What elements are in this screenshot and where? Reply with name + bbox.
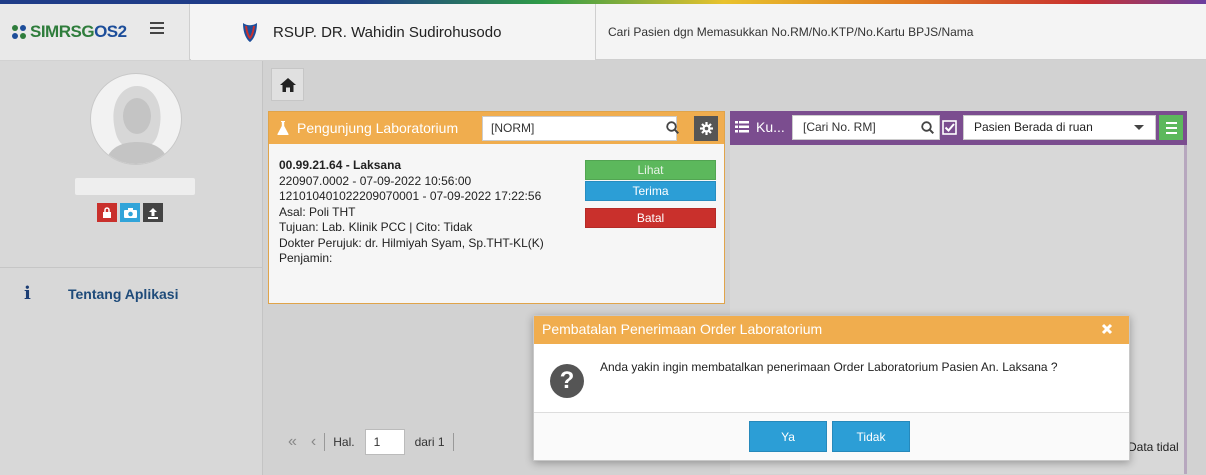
lab-visitors-panel: Pengunjung Laboratorium [NORM] 00.99.21.…: [268, 111, 725, 304]
search-icon[interactable]: [666, 121, 679, 134]
lock-button[interactable]: [97, 203, 117, 222]
confirm-yes-button[interactable]: Ya: [749, 421, 827, 452]
entry-destination: Tujuan: Lab. Klinik PCC | Cito: Tidak: [279, 220, 473, 234]
page-total: dari 1: [414, 434, 445, 449]
app-logo[interactable]: SIMRSGOS2: [10, 22, 127, 42]
logo-area: SIMRSGOS2: [0, 4, 190, 60]
search-icon[interactable]: [921, 121, 934, 134]
entry-title: 00.99.21.64 - Laksana: [279, 158, 402, 172]
terima-button[interactable]: Terima: [585, 181, 716, 201]
checkbox-icon[interactable]: [942, 120, 957, 135]
sidebar-divider: [0, 267, 263, 268]
question-icon: ?: [550, 364, 584, 398]
patient-search-hint[interactable]: Cari Pasien dgn Memasukkan No.RM/No.KTP/…: [608, 25, 973, 39]
confirm-no-button[interactable]: Tidak: [832, 421, 910, 452]
chevron-down-icon[interactable]: [1134, 125, 1144, 130]
batal-button[interactable]: Batal: [585, 208, 716, 228]
lab-panel-header: Pengunjung Laboratorium [NORM]: [269, 112, 724, 144]
camera-icon: [123, 207, 137, 218]
norm-search-input[interactable]: [NORM]: [482, 116, 677, 141]
lihat-button[interactable]: Lihat: [585, 160, 716, 180]
page-label: Hal.: [333, 434, 355, 449]
pager-separator: [324, 432, 326, 451]
info-icon: i: [24, 283, 31, 304]
entry-referring-doctor: Dokter Perujuk: dr. Hilmiyah Syam, Sp.TH…: [279, 235, 544, 250]
lock-icon: [103, 207, 111, 218]
list-icon: [735, 121, 749, 133]
dialog-title: Pembatalan Penerimaan Order Laboratorium: [542, 321, 823, 337]
first-page-icon[interactable]: «: [288, 433, 297, 451]
hospital-logo-icon: [243, 23, 257, 42]
user-silhouette-icon: [105, 86, 169, 164]
sidebar-item-tentang-aplikasi[interactable]: i Tentang Aplikasi: [24, 283, 178, 304]
prev-page-icon[interactable]: ‹: [311, 433, 316, 451]
menu-toggle-icon[interactable]: [150, 22, 164, 34]
room-menu-button[interactable]: [1159, 115, 1183, 140]
dialog-footer: Ya Tidak: [534, 412, 1129, 460]
lab-visitor-entry: 00.99.21.64 - Laksana 220907.0002 - 07-0…: [279, 158, 569, 267]
upload-button[interactable]: [143, 203, 163, 222]
flask-icon: [277, 121, 289, 135]
dialog-header: Pembatalan Penerimaan Order Laboratorium: [534, 316, 1129, 344]
entry-origin: Asal: Poli THT: [279, 204, 356, 219]
camera-button[interactable]: [120, 203, 140, 222]
dialog-message: Anda yakin ingin membatalkan penerimaan …: [600, 360, 1058, 374]
room-panel-header: Ku... [Cari No. RM] Pasien Berada di rua…: [730, 111, 1187, 145]
home-icon: [279, 77, 296, 92]
app-header: SIMRSGOS2 RSUP. DR. Wahidin Sudirohusodo…: [0, 4, 1206, 60]
app-brand: SIMRSGOS2: [30, 22, 127, 41]
confirm-dialog: Pembatalan Penerimaan Order Laboratorium…: [533, 315, 1130, 461]
room-panel-title: Ku...: [756, 119, 785, 135]
room-panel-border: [1184, 145, 1187, 474]
home-button[interactable]: [271, 68, 304, 101]
page-number-input[interactable]: 1: [364, 428, 405, 455]
logo-icon: [12, 25, 26, 39]
upload-icon: [148, 207, 158, 219]
empty-data-text: Data tidal: [1128, 440, 1179, 454]
entry-guarantor: Penjamin:: [279, 251, 333, 265]
pager-separator: [452, 432, 454, 451]
room-filter-select[interactable]: Pasien Berada di ruan: [963, 115, 1156, 140]
room-rm-search-input[interactable]: [Cari No. RM]: [792, 115, 940, 140]
gear-icon: [699, 122, 713, 135]
close-icon[interactable]: [1100, 322, 1114, 336]
user-actions: [97, 203, 163, 222]
lab-panel-title: Pengunjung Laboratorium: [297, 120, 459, 136]
entry-registration: 220907.0002 - 07-09-2022 10:56:00: [279, 173, 472, 188]
hospital-name: RSUP. DR. Wahidin Sudirohusodo: [273, 23, 502, 41]
avatar: [90, 73, 182, 165]
lab-settings-button[interactable]: [694, 116, 718, 141]
user-name-placeholder: [75, 178, 195, 195]
sidebar-item-label: Tentang Aplikasi: [68, 285, 179, 302]
sidebar: i Tentang Aplikasi: [0, 61, 263, 475]
entry-order: 121010401022209070001 - 07-09-2022 17:22…: [279, 189, 542, 203]
hospital-area: RSUP. DR. Wahidin Sudirohusodo: [191, 4, 596, 60]
